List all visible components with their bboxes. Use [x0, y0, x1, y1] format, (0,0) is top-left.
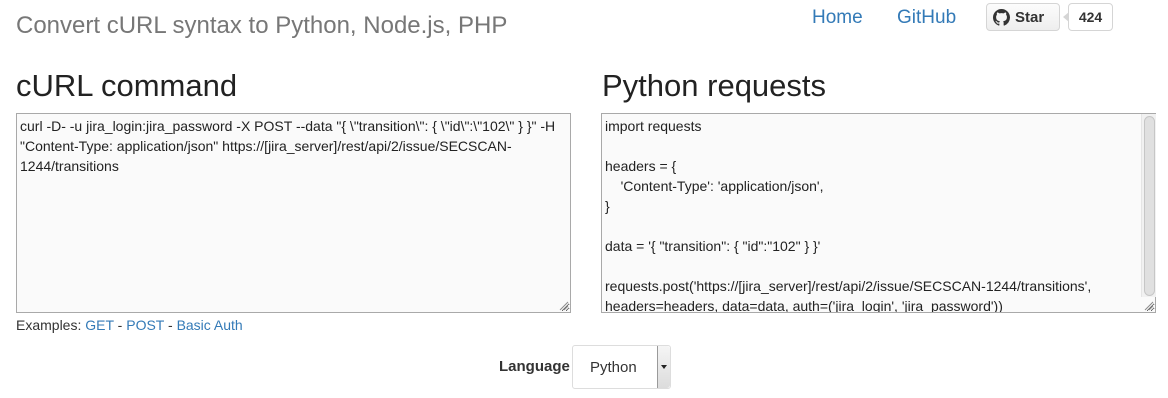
nav-home-link[interactable]: Home [812, 6, 863, 30]
star-count[interactable]: 424 [1063, 3, 1113, 31]
resize-grip-icon[interactable] [557, 299, 569, 311]
chevron-down-icon[interactable] [657, 346, 670, 388]
language-selected-value: Python [590, 359, 637, 376]
output-heading: Python requests [602, 68, 827, 103]
output-scrollbar[interactable] [1141, 114, 1156, 297]
site-title: Convert cURL syntax to Python, Node.js, … [16, 12, 508, 39]
curl-input[interactable]: curl -D- -u jira_login:jira_password -X … [16, 113, 571, 313]
examples-label: Examples: [16, 317, 82, 333]
star-label: Star [1015, 8, 1045, 26]
nav-github-link[interactable]: GitHub [897, 6, 956, 30]
example-basic-auth-link[interactable]: Basic Auth [177, 317, 243, 333]
github-star-button[interactable]: Star [986, 3, 1060, 31]
python-output[interactable]: import requests headers = { 'Content-Typ… [601, 113, 1156, 313]
scrollbar-thumb[interactable] [1144, 116, 1155, 296]
example-get-link[interactable]: GET [85, 317, 114, 333]
curl-heading: cURL command [16, 68, 238, 103]
language-select[interactable]: Python [572, 345, 671, 389]
example-post-link[interactable]: POST [126, 317, 164, 333]
language-label: Language [499, 358, 570, 375]
resize-grip-icon[interactable] [1142, 299, 1154, 311]
examples-separator: - [117, 317, 123, 333]
github-icon [993, 8, 1010, 26]
examples-row: Examples: GET - POST - Basic Auth [16, 316, 243, 334]
examples-separator: - [168, 317, 173, 333]
